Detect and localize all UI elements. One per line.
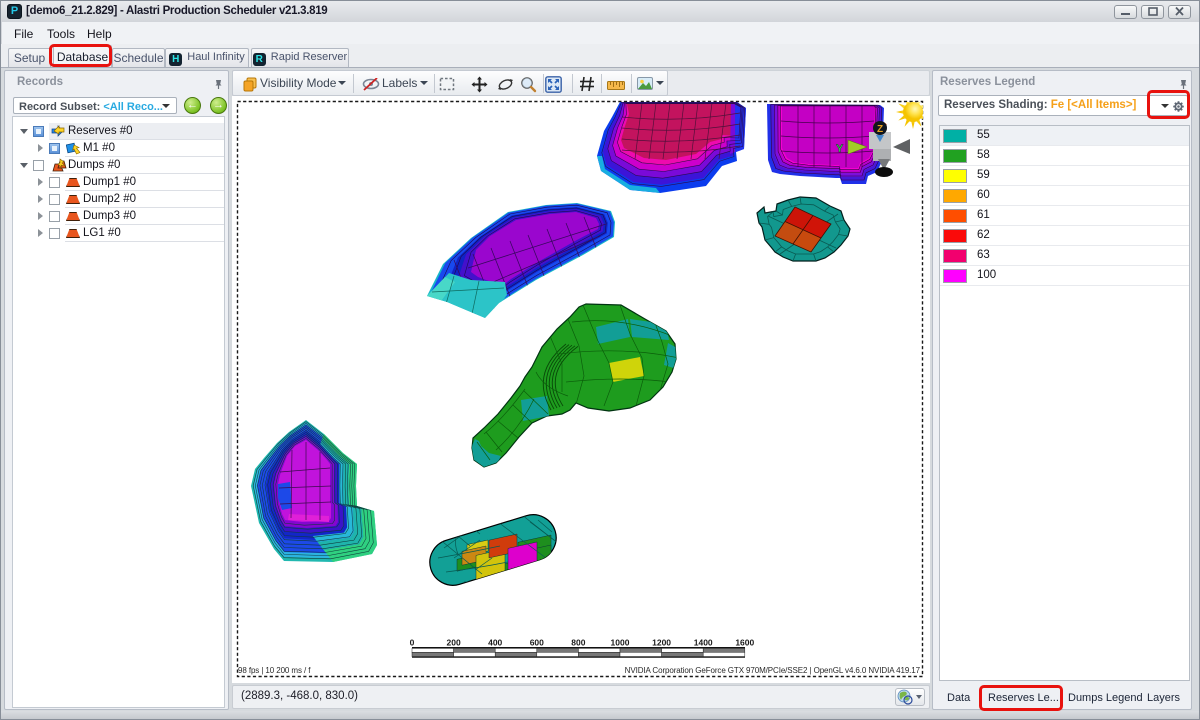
svg-text:800: 800 (571, 638, 585, 648)
svg-text:200: 200 (447, 638, 461, 648)
svg-text:400: 400 (488, 638, 502, 648)
svg-text:1400: 1400 (694, 638, 713, 648)
svg-text:1200: 1200 (652, 638, 671, 648)
svg-text:600: 600 (530, 638, 544, 648)
svg-text:0: 0 (410, 638, 415, 648)
svg-text:1600: 1600 (735, 638, 754, 648)
svg-text:Z: Z (877, 124, 883, 135)
svg-text:1000: 1000 (611, 638, 630, 648)
svg-text:Y: Y (836, 143, 844, 155)
